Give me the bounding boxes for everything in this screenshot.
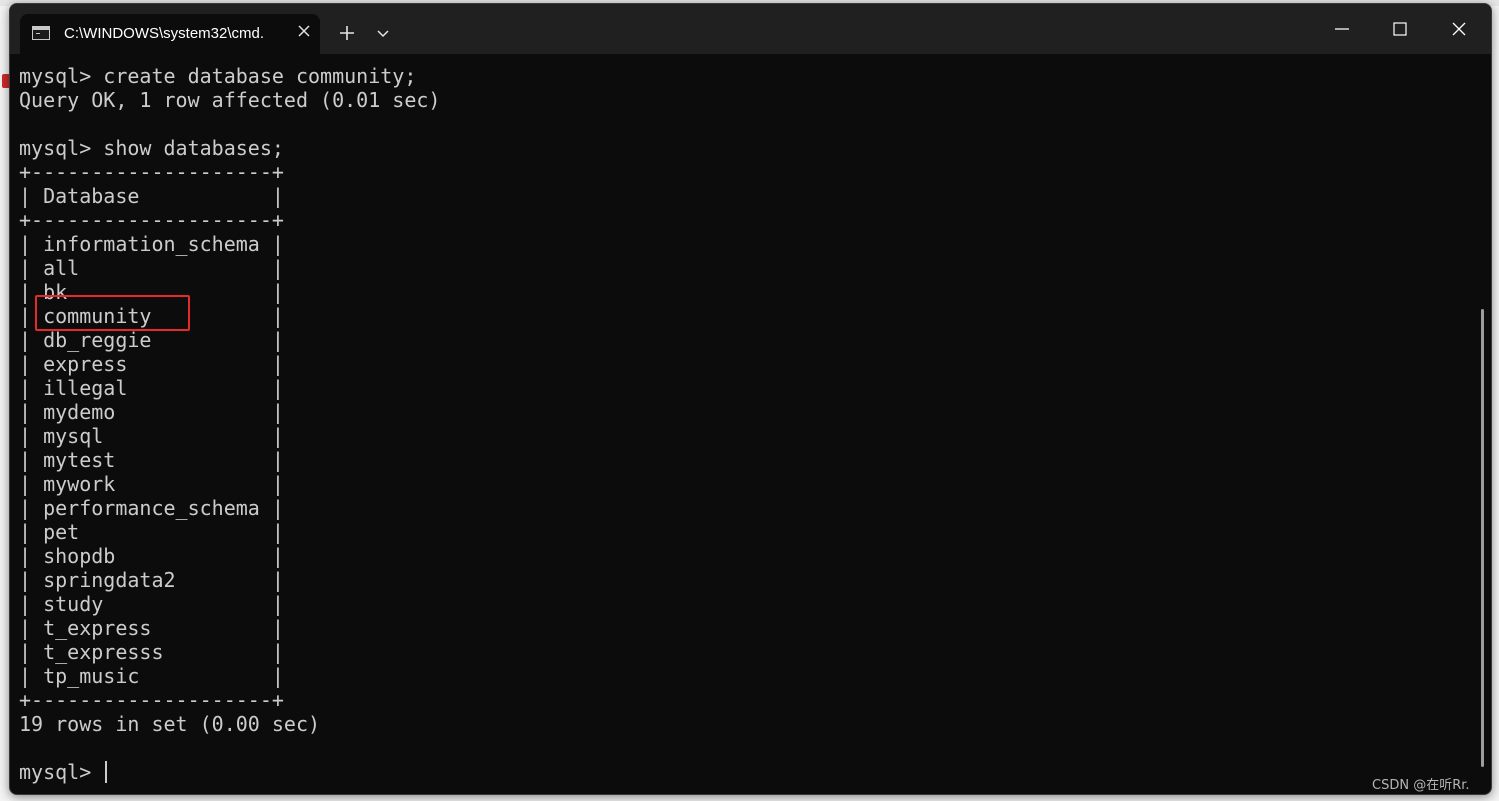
terminal-line: | springdata2 | [19, 568, 284, 592]
scrollbar-thumb[interactable] [1481, 309, 1484, 767]
terminal-icon [32, 26, 50, 40]
terminal-line: | performance_schema | [19, 496, 284, 520]
terminal-line: | pet | [19, 520, 284, 544]
terminal-line: | mydemo | [19, 400, 284, 424]
minimize-button[interactable] [1319, 14, 1365, 44]
terminal-line: | community | [19, 304, 284, 328]
close-icon [1452, 22, 1466, 36]
terminal-line: mysql> show databases; [19, 136, 284, 160]
maximize-button[interactable] [1377, 14, 1423, 44]
terminal-line: | bk | [19, 280, 284, 304]
tab-title: C:\WINDOWS\system32\cmd. [64, 25, 265, 42]
terminal-line: +--------------------+ [19, 688, 284, 712]
terminal-line: | mywork | [19, 472, 284, 496]
chevron-down-icon [377, 30, 389, 38]
title-bar: C:\WINDOWS\system32\cmd. [10, 4, 1491, 54]
terminal-line: +--------------------+ [19, 208, 284, 232]
highlight-box [35, 295, 190, 331]
terminal-line: | tp_music | [19, 664, 284, 688]
plus-icon [340, 26, 354, 40]
tab-cmd[interactable]: C:\WINDOWS\system32\cmd. [20, 14, 320, 54]
terminal-line: | information_schema | [19, 232, 284, 256]
close-window-button[interactable] [1436, 14, 1482, 44]
terminal-line: | db_reggie | [19, 328, 284, 352]
tab-dropdown-button[interactable] [373, 23, 393, 43]
prompt-text: mysql> [19, 760, 104, 784]
minimize-icon [1335, 28, 1349, 30]
text-cursor [105, 761, 108, 783]
scrollbar[interactable] [1478, 54, 1488, 794]
terminal-line: Query OK, 1 row affected (0.01 sec) [19, 88, 441, 112]
close-icon [298, 25, 310, 37]
terminal-line: | Database | [19, 184, 284, 208]
terminal-line: | shopdb | [19, 544, 284, 568]
terminal-window: C:\WINDOWS\system32\cmd. mysql> create d… [9, 3, 1492, 795]
terminal-line: +--------------------+ [19, 160, 284, 184]
terminal-line: | t_expresss | [19, 640, 284, 664]
close-tab-button[interactable] [294, 21, 314, 41]
terminal-line: 19 rows in set (0.00 sec) [19, 712, 321, 736]
terminal-line: | mytest | [19, 448, 284, 472]
terminal-line: | illegal | [19, 376, 284, 400]
terminal-line: | study | [19, 592, 284, 616]
terminal-line: mysql> create database community; [19, 64, 417, 88]
new-tab-button[interactable] [335, 21, 359, 45]
terminal-line: | t_express | [19, 616, 284, 640]
watermark: CSDN @在听Rr. [1372, 778, 1470, 793]
maximize-icon [1393, 22, 1407, 36]
terminal-line: | all | [19, 256, 284, 280]
terminal-line: | express | [19, 352, 284, 376]
terminal-output[interactable]: mysql> create database community; Query O… [19, 64, 1459, 789]
prompt-line[interactable]: mysql> [19, 760, 1459, 784]
terminal-line: | mysql | [19, 424, 284, 448]
